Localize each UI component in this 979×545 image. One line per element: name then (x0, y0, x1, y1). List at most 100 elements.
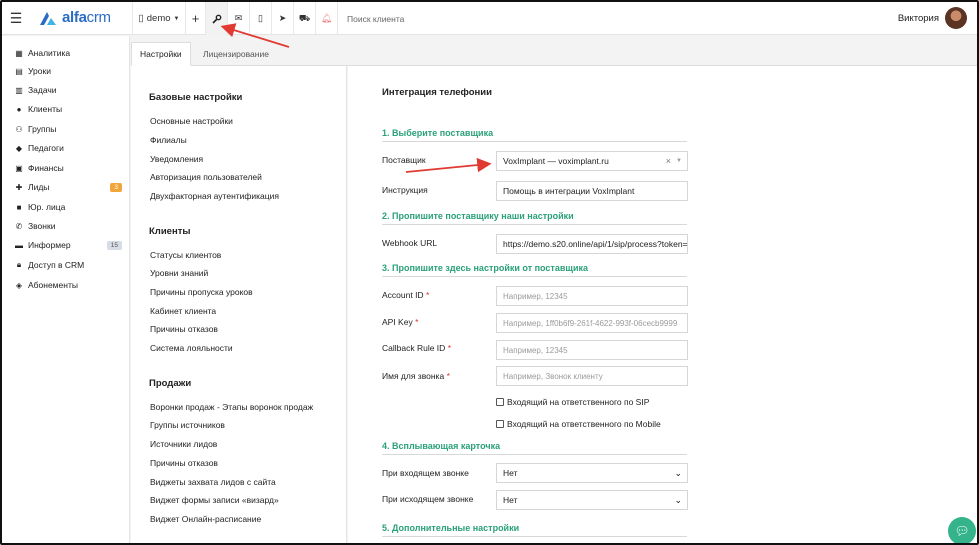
sidebar-item-informer[interactable]: ▬ Информер 15 (14, 236, 126, 254)
settings-nav-link[interactable]: Уведомления (150, 154, 203, 164)
settings-nav-link[interactable]: Авторизация пользователей (150, 172, 262, 182)
account-id-input[interactable]: Например, 12345 (496, 286, 688, 306)
building-icon: ▯ (138, 13, 144, 24)
mobile-icon[interactable]: ▯ (250, 2, 272, 35)
logo-text: alfacrm (62, 9, 111, 26)
sidebar-item-crm-access[interactable]: 🔒︎ Доступ в CRM (14, 256, 126, 274)
informer-count-badge: 15 (106, 240, 122, 250)
sidebar-item-label: Звонки (28, 221, 56, 231)
instruction-label: Инструкция (382, 185, 428, 195)
settings-nav-link[interactable]: Воронки продаж - Этапы воронок продаж (150, 402, 313, 412)
provider-select[interactable]: VoxImplant — voximplant.ru × ▼ (496, 151, 688, 171)
logo-mark-icon (38, 10, 58, 26)
user-menu[interactable]: Виктория (898, 7, 967, 29)
sidebar-item-finance[interactable]: ▣ Финансы (14, 159, 126, 177)
users-icon: ⚇ (15, 124, 23, 134)
sip-checkbox[interactable] (496, 398, 504, 406)
mobile-checkbox-row[interactable]: Входящий на ответственного по Mobile (496, 419, 661, 429)
chat-widget-button[interactable]: 💬︎ (948, 517, 976, 543)
settings-nav-link[interactable]: Система лояльности (150, 343, 233, 353)
settings-nav-link[interactable]: Причины пропуска уроков (150, 287, 253, 297)
caret-down-icon: ▼ (173, 15, 180, 22)
sidebar-item-subscriptions[interactable]: ◈ Абонементы (14, 276, 126, 294)
mobile-checkbox-label: Входящий на ответственного по Mobile (507, 419, 661, 429)
settings-nav-link[interactable]: Виджет Онлайн-расписание (150, 514, 261, 524)
sidebar-item-teachers[interactable]: ◆ Педагоги (14, 139, 126, 157)
tasks-icon: ▥ (15, 85, 23, 95)
sidebar-item-analytics[interactable]: ▦ Аналитика (14, 44, 126, 62)
sidebar-item-tasks[interactable]: ▥ Задачи (14, 81, 126, 99)
avatar (945, 7, 967, 29)
sidebar-item-legal-entities[interactable]: ■ Юр. лица (14, 198, 126, 216)
section-heading: 1. Выберите поставщика (382, 128, 687, 142)
settings-wrench-icon[interactable] (206, 2, 228, 35)
settings-nav-link[interactable]: Двухфакторная аутентификация (150, 191, 279, 201)
clear-icon[interactable]: × (666, 156, 671, 166)
client-search-input[interactable]: Поиск клиента (347, 14, 404, 24)
section-heading: 5. Дополнительные настройки (382, 523, 687, 537)
add-button[interactable]: + (186, 2, 206, 35)
sidebar-item-label: Финансы (28, 163, 64, 173)
sidebar-item-label: Аналитика (28, 48, 71, 58)
call-name-input[interactable]: Например, Звонок клиенту (496, 366, 688, 386)
callback-rule-input[interactable]: Например, 12345 (496, 340, 688, 360)
sidebar-item-groups[interactable]: ⚇ Группы (14, 120, 126, 138)
sip-checkbox-row[interactable]: Входящий на ответственного по SIP (496, 397, 649, 407)
telegram-icon[interactable]: ➤ (272, 2, 294, 35)
tab-settings[interactable]: Настройки (131, 42, 191, 66)
sidebar-item-label: Задачи (28, 85, 57, 95)
caret-down-icon: ▼ (676, 158, 682, 164)
bell-icon[interactable]: 🔔︎ (316, 2, 338, 35)
sidebar-item-leads[interactable]: ✚ Лиды 3 (14, 178, 126, 196)
settings-nav-link[interactable]: Виджет формы записи «визард» (150, 495, 279, 505)
branch-label: demo (146, 13, 171, 24)
callback-rule-label-text: Callback Rule ID (382, 343, 446, 353)
mobile-checkbox[interactable] (496, 420, 504, 428)
settings-nav-link[interactable]: Виджеты захвата лидов с сайта (150, 477, 276, 487)
user-icon: ● (16, 104, 22, 114)
sidebar-item-label: Клиенты (28, 104, 63, 114)
settings-nav-link[interactable]: Группы источников (150, 420, 225, 430)
settings-nav-link[interactable]: Филиалы (150, 135, 187, 145)
provider-label: Поставщик (382, 155, 426, 165)
calendar-icon: ▤ (15, 66, 23, 76)
webhook-label: Webhook URL (382, 238, 438, 248)
sidebar: ▦ Аналитика ▤ Уроки ▥ Задачи ● Клиенты ⚇ Груп… (2, 36, 130, 543)
logo[interactable]: alfacrm (38, 9, 111, 26)
sidebar-item-calls[interactable]: ✆ Звонки (14, 217, 126, 235)
settings-nav-link[interactable]: Причины отказов (150, 324, 218, 334)
user-plus-icon: ✚ (15, 182, 23, 192)
sidebar-item-label: Доступ в CRM (28, 260, 85, 270)
settings-tabs: Настройки Лицензирование (131, 36, 977, 66)
settings-section-title: Базовые настройки (149, 92, 243, 103)
user-name: Виктория (897, 12, 939, 24)
provider-value: VoxImplant — voximplant.ru (503, 156, 609, 166)
api-key-input[interactable]: Например, 1ff0b6f9-261f-4622-993f-06cecb… (496, 313, 688, 333)
instruction-link[interactable]: Помощь в интеграции VoxImplant (496, 181, 688, 201)
settings-nav-link[interactable]: Причины отказов (150, 458, 218, 468)
chevron-down-icon: ⌄ (674, 494, 682, 505)
menu-icon[interactable]: ☰ (2, 2, 30, 35)
settings-nav-link[interactable]: Кабинет клиента (150, 306, 216, 316)
incoming-call-select[interactable]: Нет ⌄ (496, 463, 688, 483)
sidebar-item-lessons[interactable]: ▤ Уроки (14, 62, 126, 80)
outgoing-call-select[interactable]: Нет ⌄ (496, 490, 688, 510)
section-heading: 2. Пропишите поставщику наши настройки (382, 211, 687, 225)
settings-nav-link[interactable]: Основные настройки (150, 116, 233, 126)
chat-icon: 💬︎ (954, 524, 970, 538)
sip-checkbox-label: Входящий на ответственного по SIP (507, 397, 650, 407)
sidebar-item-clients[interactable]: ● Клиенты (14, 100, 126, 118)
settings-nav-link[interactable]: Уровни знаний (150, 268, 208, 278)
mail-icon[interactable]: ✉ (228, 2, 250, 35)
settings-nav-link[interactable]: Источники лидов (150, 439, 217, 449)
incoming-call-value: Нет (503, 468, 518, 478)
branch-selector[interactable]: ▯ demo ▼ (132, 2, 186, 35)
cart-icon[interactable]: ⛟ (294, 2, 316, 35)
settings-nav-link[interactable]: Статусы клиентов (150, 250, 221, 260)
required-mark: * (447, 343, 451, 353)
tab-licensing[interactable]: Лицензирование (195, 42, 277, 66)
webhook-url-field[interactable]: https://demo.s20.online/api/1/sip/proces… (496, 234, 688, 254)
sidebar-item-label: Группы (28, 124, 57, 134)
app-window: ☰ alfacrm ▯ demo ▼ + ✉ ▯ ➤ ⛟ 🔔︎ Поиск кл… (0, 0, 979, 545)
briefcase-icon: ■ (16, 202, 22, 212)
